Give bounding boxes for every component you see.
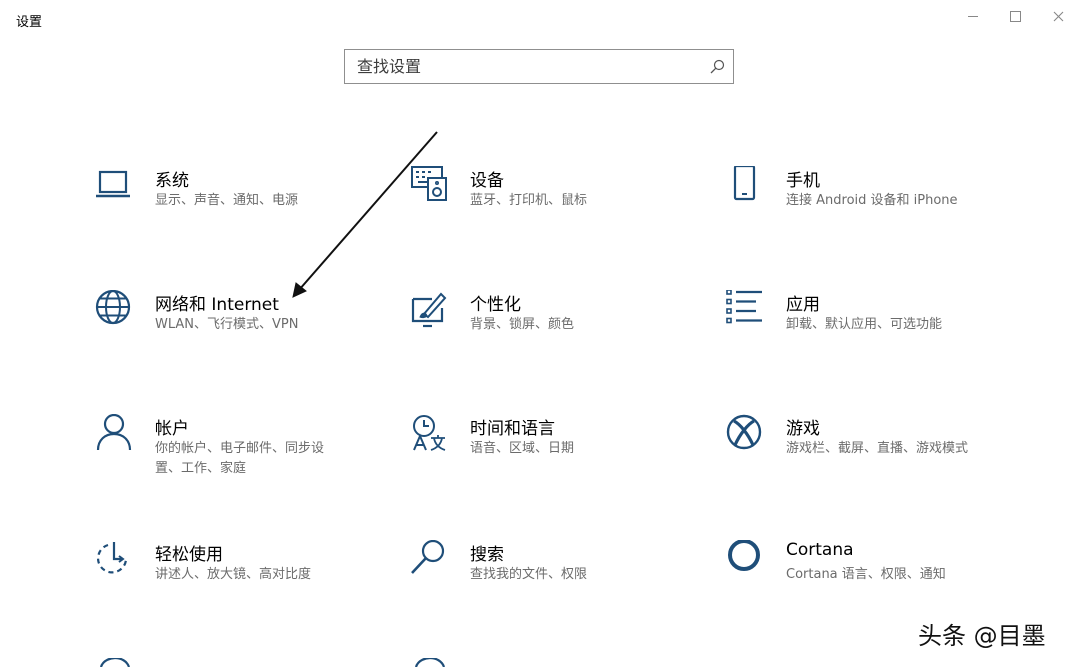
keyboard-speaker-icon bbox=[411, 166, 447, 201]
tile-title: 游戏 bbox=[786, 419, 820, 439]
tile-title: 个性化 bbox=[470, 295, 521, 315]
maximize-icon bbox=[1009, 10, 1021, 22]
tile-description: 讲述人、放大镜、高对比度 bbox=[155, 567, 312, 582]
tile-title: Cortana bbox=[786, 540, 854, 560]
tile-description: 你的帐户、电子邮件、同步设 置、工作、家庭 bbox=[155, 439, 324, 479]
app-list-icon bbox=[726, 290, 762, 324]
tile-title: 应用 bbox=[786, 295, 820, 315]
tile-personalization[interactable]: 个性化 背景、锁屏、颜色 bbox=[410, 290, 710, 370]
tile-system[interactable]: 系统 显示、声音、通知、电源 bbox=[95, 166, 395, 246]
phone-icon bbox=[733, 166, 756, 201]
search-icon[interactable] bbox=[708, 58, 726, 76]
paint-icon bbox=[411, 292, 447, 328]
tile-description: 连接 Android 设备和 iPhone bbox=[786, 193, 958, 208]
magnifier-icon bbox=[411, 540, 445, 574]
tile-title: 系统 bbox=[155, 171, 189, 191]
tile-devices[interactable]: 设备 蓝牙、打印机、鼠标 bbox=[410, 166, 710, 246]
search-box[interactable] bbox=[344, 49, 734, 84]
title-bar: 设置 bbox=[0, 0, 1080, 36]
ease-of-access-icon bbox=[96, 542, 128, 574]
tile-description: WLAN、飞行模式、VPN bbox=[155, 317, 299, 332]
tile-description: 游戏栏、截屏、直播、游戏模式 bbox=[786, 441, 969, 456]
tile-ease-of-access[interactable]: 轻松使用 讲述人、放大镜、高对比度 bbox=[95, 540, 395, 620]
tile-title: 搜索 bbox=[470, 545, 504, 565]
tile-title: 设备 bbox=[470, 171, 504, 191]
tile-gaming[interactable]: 游戏 游戏栏、截屏、直播、游戏模式 bbox=[726, 414, 1026, 494]
tile-network[interactable]: 网络和 Internet WLAN、飞行模式、VPN bbox=[95, 290, 395, 370]
description-line: 置、工作、家庭 bbox=[155, 461, 247, 476]
search-input[interactable] bbox=[345, 50, 707, 83]
tile-description: 语音、区域、日期 bbox=[470, 441, 575, 456]
tile-description: 卸载、默认应用、可选功能 bbox=[786, 317, 943, 332]
minimize-button[interactable] bbox=[951, 0, 995, 32]
tile-time-language[interactable]: 时间和语言 语音、区域、日期 bbox=[410, 414, 710, 494]
maximize-button[interactable] bbox=[993, 0, 1037, 32]
tile-title: 手机 bbox=[786, 171, 820, 191]
tile-description: 查找我的文件、权限 bbox=[470, 567, 588, 582]
cortana-icon bbox=[728, 540, 760, 571]
tile-search[interactable]: 搜索 查找我的文件、权限 bbox=[410, 540, 710, 620]
description-line: 你的帐户、电子邮件、同步设 bbox=[155, 441, 325, 456]
tile-title: 网络和 Internet bbox=[155, 295, 279, 315]
partial-icon bbox=[99, 658, 131, 667]
tile-description: 显示、声音、通知、电源 bbox=[155, 193, 299, 208]
tile-description: 背景、锁屏、颜色 bbox=[470, 317, 575, 332]
tile-apps[interactable]: 应用 卸载、默认应用、可选功能 bbox=[726, 290, 1026, 370]
tile-cortana[interactable]: Cortana Cortana 语言、权限、通知 bbox=[726, 540, 1026, 620]
person-icon bbox=[96, 414, 132, 451]
laptop-icon bbox=[96, 170, 130, 198]
watermark: 头条 @目墨 bbox=[918, 622, 1046, 650]
close-icon bbox=[1053, 11, 1063, 21]
minimize-icon bbox=[968, 15, 978, 17]
tile-title: 帐户 bbox=[155, 419, 189, 439]
xbox-icon bbox=[726, 414, 762, 450]
close-button[interactable] bbox=[1036, 0, 1080, 32]
tile-title: 轻松使用 bbox=[155, 545, 223, 565]
tile-phone[interactable]: 手机 连接 Android 设备和 iPhone bbox=[726, 166, 1026, 246]
partial-icon bbox=[414, 658, 446, 667]
time-language-icon bbox=[413, 415, 446, 451]
globe-icon bbox=[95, 290, 131, 325]
tile-accounts[interactable]: 帐户 你的帐户、电子邮件、同步设 置、工作、家庭 bbox=[95, 414, 395, 494]
tile-description: Cortana 语言、权限、通知 bbox=[786, 567, 946, 582]
tile-description: 蓝牙、打印机、鼠标 bbox=[470, 193, 588, 208]
tile-title: 时间和语言 bbox=[470, 419, 555, 439]
window-title: 设置 bbox=[16, 15, 43, 30]
